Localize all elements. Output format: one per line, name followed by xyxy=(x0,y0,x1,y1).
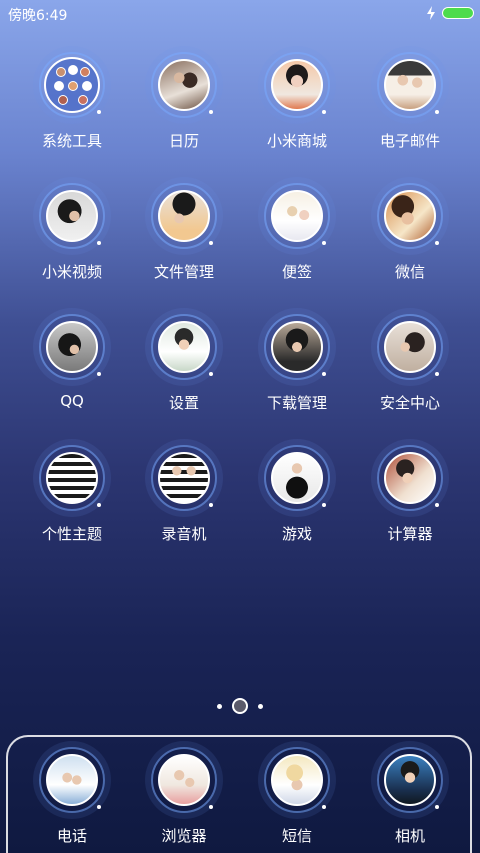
app-label: QQ xyxy=(60,392,84,410)
page-indicator[interactable] xyxy=(0,696,480,716)
app-label: 系统工具 xyxy=(41,132,102,150)
app-icon-ring xyxy=(377,314,443,380)
email-photo-icon xyxy=(384,59,436,111)
app-icon-ring xyxy=(151,445,217,511)
app-icon-ring xyxy=(39,183,105,249)
notes-photo-icon xyxy=(271,190,323,242)
calculator-photo-icon xyxy=(384,452,436,504)
app-icon-ring xyxy=(264,445,330,511)
app-email[interactable]: 电子邮件 xyxy=(355,52,465,151)
app-icon-ring xyxy=(39,314,105,380)
app-label: 录音机 xyxy=(161,525,207,543)
folder-icon xyxy=(44,57,100,113)
app-icon-ring xyxy=(377,183,443,249)
app-label: 小米商城 xyxy=(266,132,327,150)
sms-photo-icon xyxy=(271,754,323,806)
app-label: 设置 xyxy=(168,394,199,412)
app-label: 短信 xyxy=(281,827,312,845)
app-calendar[interactable]: 日历 xyxy=(129,52,239,151)
app-icon-ring xyxy=(377,52,443,118)
app-label: 下载管理 xyxy=(266,394,327,412)
store-photo-icon xyxy=(271,59,323,111)
app-wechat[interactable]: 微信 xyxy=(355,183,465,282)
status-time: 傍晚6:49 xyxy=(8,8,68,24)
app-file-manager[interactable]: 文件管理 xyxy=(129,183,239,282)
app-recorder[interactable]: 录音机 xyxy=(129,445,239,544)
files-photo-icon xyxy=(158,190,210,242)
app-icon-ring xyxy=(151,314,217,380)
dock-app-browser[interactable]: 浏览器 xyxy=(129,747,239,846)
app-icon-ring xyxy=(377,445,443,511)
wechat-photo-icon xyxy=(384,190,436,242)
app-label: 文件管理 xyxy=(153,263,214,281)
app-icon-ring xyxy=(264,52,330,118)
app-icon-ring xyxy=(264,183,330,249)
app-icon-ring xyxy=(39,747,105,813)
dock-app-sms[interactable]: 短信 xyxy=(242,747,352,846)
app-games[interactable]: 游戏 xyxy=(242,445,352,544)
app-label: 安全中心 xyxy=(379,394,440,412)
security-photo-icon xyxy=(384,321,436,373)
themes-photo-icon xyxy=(46,452,98,504)
app-notes[interactable]: 便签 xyxy=(242,183,352,282)
status-bar: 傍晚6:49 xyxy=(0,0,480,28)
app-icon-ring xyxy=(151,52,217,118)
dock-app-camera[interactable]: 相机 xyxy=(355,747,465,846)
app-settings[interactable]: 设置 xyxy=(129,314,239,413)
settings-photo-icon xyxy=(158,321,210,373)
app-qq[interactable]: QQ xyxy=(17,314,127,410)
app-download-manager[interactable]: 下载管理 xyxy=(242,314,352,413)
app-themes[interactable]: 个性主题 xyxy=(17,445,127,544)
app-icon-ring xyxy=(264,747,330,813)
app-label: 相机 xyxy=(394,827,425,845)
page-dot[interactable] xyxy=(217,703,222,709)
app-icon-ring xyxy=(39,445,105,511)
page-dot[interactable] xyxy=(258,703,263,709)
app-label: 日历 xyxy=(168,132,199,150)
charging-icon xyxy=(427,6,435,20)
app-label: 个性主题 xyxy=(41,525,102,543)
camera-photo-icon xyxy=(384,754,436,806)
app-icon-ring xyxy=(151,183,217,249)
app-label: 电子邮件 xyxy=(379,132,440,150)
status-right xyxy=(426,6,474,20)
app-icon-ring xyxy=(39,52,105,118)
qq-photo-icon xyxy=(46,321,98,373)
app-calculator[interactable]: 计算器 xyxy=(355,445,465,544)
app-label: 游戏 xyxy=(281,525,312,543)
app-icon-ring xyxy=(151,747,217,813)
app-icon-ring xyxy=(264,314,330,380)
app-icon-ring xyxy=(377,747,443,813)
calendar-photo-icon xyxy=(158,59,210,111)
app-label: 电话 xyxy=(56,827,87,845)
dock-app-phone[interactable]: 电话 xyxy=(17,747,127,846)
video-photo-icon xyxy=(46,190,98,242)
app-mi-store[interactable]: 小米商城 xyxy=(242,52,352,151)
page-dot-current[interactable] xyxy=(232,698,248,714)
browser-photo-icon xyxy=(158,754,210,806)
games-photo-icon xyxy=(271,452,323,504)
app-mi-video[interactable]: 小米视频 xyxy=(17,183,127,282)
download-photo-icon xyxy=(271,321,323,373)
battery-icon xyxy=(442,7,474,19)
app-system-tools[interactable]: 系统工具 xyxy=(17,52,127,151)
app-label: 便签 xyxy=(281,263,312,281)
app-label: 小米视频 xyxy=(41,263,102,281)
recorder-photo-icon xyxy=(158,452,210,504)
app-security-center[interactable]: 安全中心 xyxy=(355,314,465,413)
app-label: 微信 xyxy=(394,263,425,281)
app-label: 浏览器 xyxy=(161,827,207,845)
app-label: 计算器 xyxy=(387,525,433,543)
phone-photo-icon xyxy=(46,754,98,806)
